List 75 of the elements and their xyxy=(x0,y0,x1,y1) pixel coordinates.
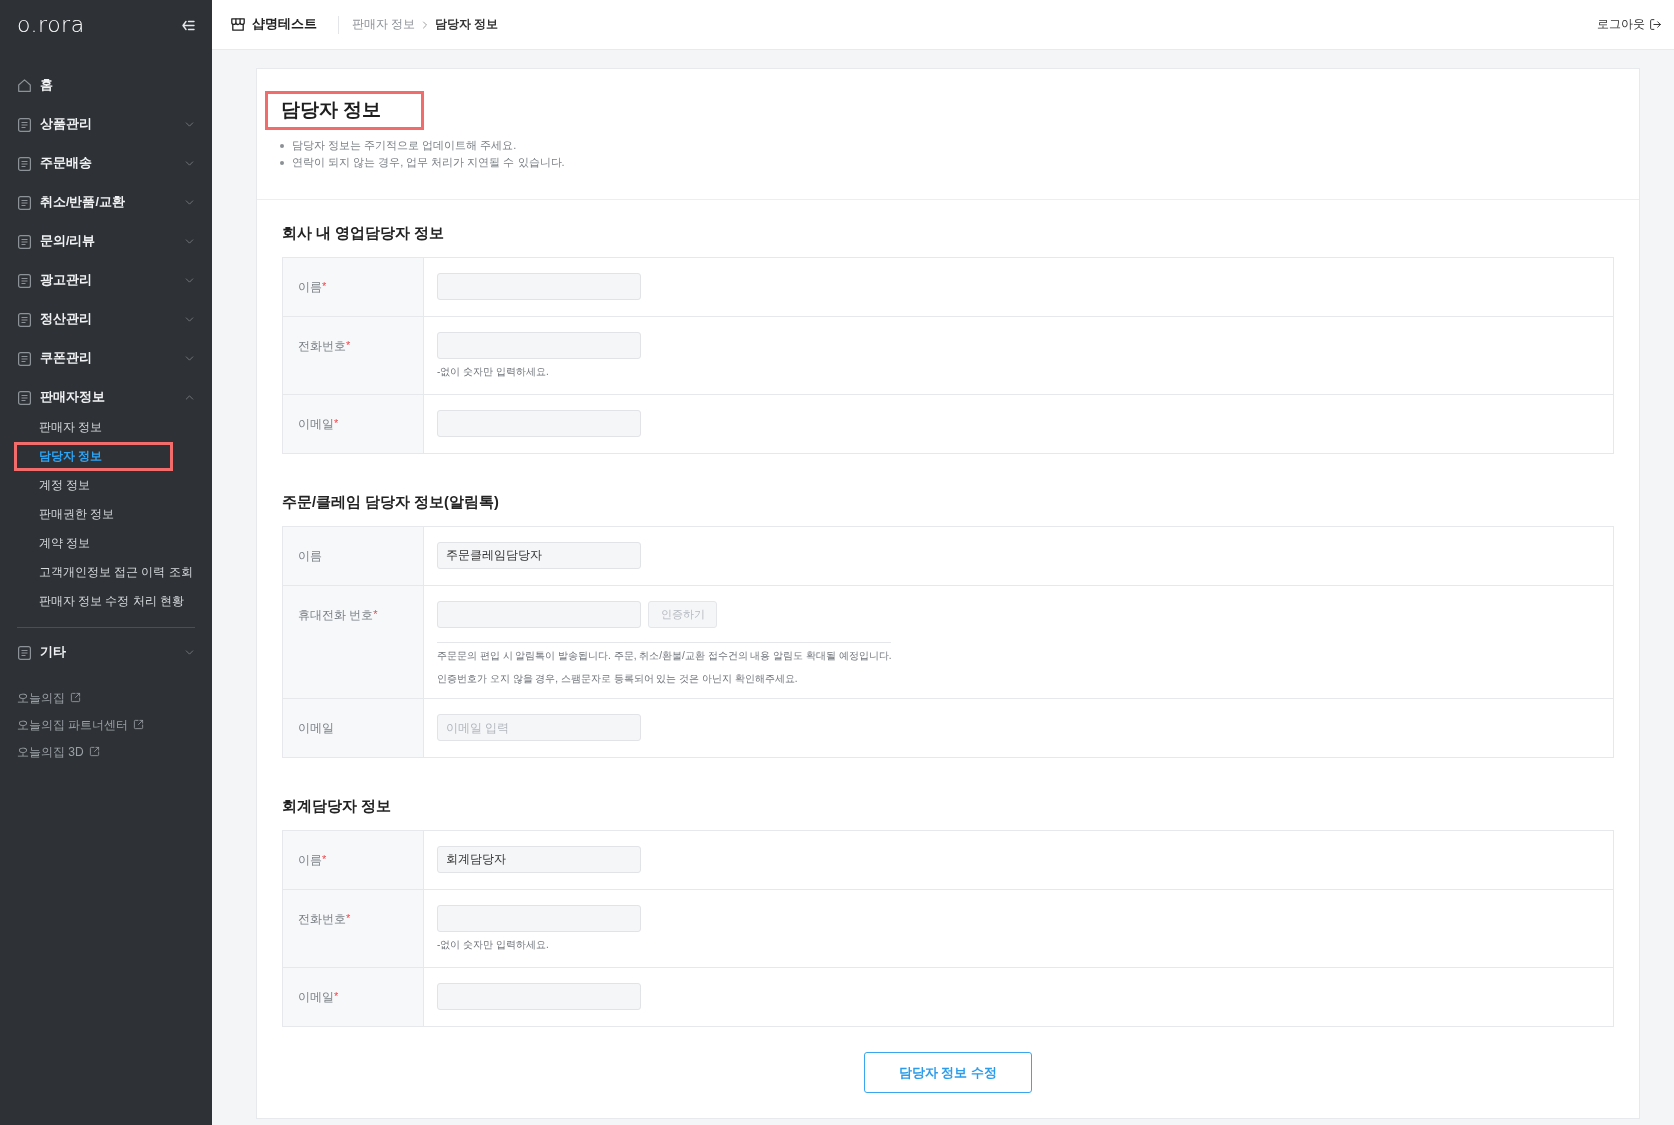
sidebar-menu-item[interactable]: 정산관리 xyxy=(0,300,212,339)
sidebar-menu-item[interactable]: 취소/반품/교환 xyxy=(0,183,212,222)
input-field[interactable]: 회계담당자 xyxy=(437,846,641,873)
document-icon xyxy=(18,234,31,249)
field-label: 이름 xyxy=(298,280,322,295)
external-link-icon xyxy=(70,692,81,703)
sidebar-menu-item[interactable]: 홈 xyxy=(0,66,212,105)
field-label: 휴대전화 번호 xyxy=(298,608,374,623)
required-mark: * xyxy=(322,852,327,865)
logout-icon xyxy=(1649,18,1662,31)
document-icon xyxy=(18,156,31,171)
required-mark: * xyxy=(373,607,378,620)
sidebar-submenu-item[interactable]: 판매권한 정보 xyxy=(14,500,173,529)
input-field[interactable] xyxy=(437,905,641,932)
required-mark: * xyxy=(322,279,327,292)
sidebar-menu-item[interactable]: 주문배송 xyxy=(0,144,212,183)
document-icon xyxy=(18,645,31,660)
input-field[interactable] xyxy=(437,332,641,359)
document-icon xyxy=(18,273,31,288)
required-mark: * xyxy=(346,338,351,351)
field-hint: -없이 숫자만 입력하세요. xyxy=(437,365,549,379)
sidebar-submenu-item[interactable]: 고객개인정보 접근 이력 조회 xyxy=(14,558,200,587)
external-link-icon xyxy=(133,719,145,730)
required-mark: * xyxy=(334,416,339,429)
required-mark: * xyxy=(346,911,351,924)
document-icon xyxy=(18,351,31,366)
sidebar-menu-item[interactable]: 쿠폰관리 xyxy=(0,339,212,378)
breadcrumb-link[interactable]: 담당자 정보 xyxy=(435,15,499,34)
bullet-icon xyxy=(280,160,284,165)
field-label: 이메일 xyxy=(298,721,334,736)
sidebar-menu-item[interactable]: 광고관리 xyxy=(0,261,212,300)
field-note: 인증번호가 오지 않을 경우, 스팸문자로 등록되어 있는 것은 아닌지 확인해주세요. xyxy=(437,672,798,686)
section-title: 회사 내 영업담당자 정보 xyxy=(282,224,446,242)
field-hint: -없이 숫자만 입력하세요. xyxy=(437,938,549,952)
required-mark: * xyxy=(334,989,339,1002)
input-field[interactable] xyxy=(437,410,641,437)
external-link-icon xyxy=(88,746,100,757)
input-field[interactable] xyxy=(437,273,641,300)
input-field[interactable]: 주문클레임담당자 xyxy=(437,542,641,569)
store-icon xyxy=(231,18,245,31)
collapse-sidebar-icon[interactable] xyxy=(182,19,195,31)
shop-name: 샵명테스트 xyxy=(252,16,317,34)
field-label: 이메일 xyxy=(298,990,334,1005)
sidebar-submenu-item[interactable]: 계약 정보 xyxy=(14,529,173,558)
external-link[interactable]: 오늘의집 3D xyxy=(0,738,117,765)
home-icon xyxy=(18,79,31,92)
page-title: 담당자 정보 xyxy=(265,91,424,130)
section-title: 회계담당자 정보 xyxy=(282,797,393,815)
field-label: 이름 xyxy=(298,853,322,868)
field-note: 주문문의 편입 시 알림톡이 발송됩니다. 주문, 취소/환불/교환 접수건의 내용 알림도 확대될 예정입니다. xyxy=(437,649,892,663)
external-link[interactable]: 오늘의집 파트너센터 xyxy=(0,711,162,738)
document-icon xyxy=(18,390,31,405)
document-icon xyxy=(18,117,31,132)
field-label: 이메일 xyxy=(298,417,334,432)
input-field[interactable] xyxy=(437,983,641,1010)
input-field[interactable] xyxy=(437,601,641,628)
sidebar-submenu-item[interactable]: 판매자 정보 수정 처리 현황 xyxy=(14,587,191,616)
sidebar-submenu-item[interactable]: 계정 정보 xyxy=(14,471,173,500)
field-label: 전화번호 xyxy=(298,339,346,354)
field-label: 이름 xyxy=(298,549,322,564)
notice-text: 연락이 되지 않는 경우, 업무 처리가 지연될 수 있습니다. xyxy=(292,155,565,171)
section-title: 주문/클레임 담당자 정보(알림톡) xyxy=(282,493,500,511)
sidebar-menu-item[interactable]: 기타 xyxy=(0,633,212,672)
notice-text: 담당자 정보는 주기적으로 업데이트해 주세요. xyxy=(292,138,517,154)
logout-button[interactable]: 로그아웃 xyxy=(1597,15,1662,34)
sidebar-menu-item[interactable]: 상품관리 xyxy=(0,105,212,144)
bullet-icon xyxy=(280,143,284,148)
field-label: 전화번호 xyxy=(298,912,346,927)
input-field[interactable]: 이메일 입력 xyxy=(437,714,641,741)
document-icon xyxy=(18,312,31,327)
document-icon xyxy=(18,195,31,210)
logo[interactable]: o.rora xyxy=(17,14,85,36)
external-link[interactable]: 오늘의집 xyxy=(0,684,98,711)
sidebar-submenu-item[interactable]: 담당자 정보 xyxy=(14,442,173,471)
sidebar-menu-item[interactable]: 문의/리뷰 xyxy=(0,222,212,261)
